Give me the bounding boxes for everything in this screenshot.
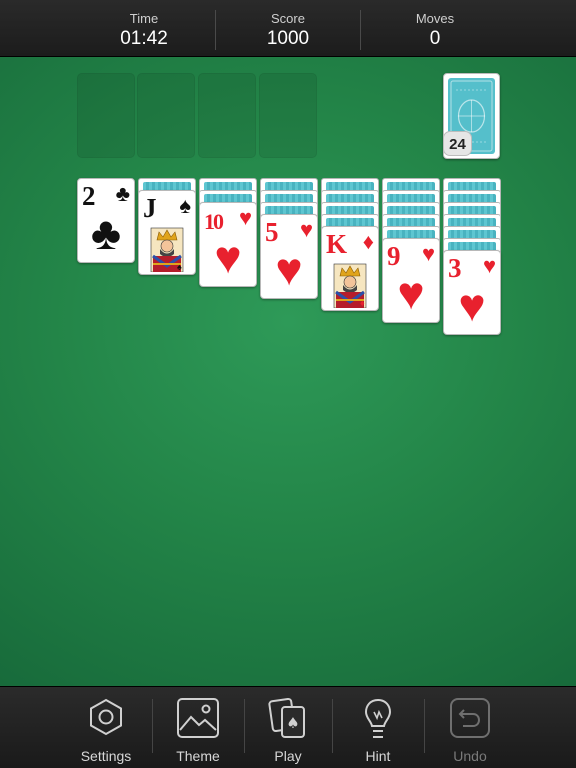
- score-label: Score: [271, 11, 305, 26]
- score-stat: Score 1000: [216, 0, 360, 57]
- undo-label: Undo: [453, 748, 487, 764]
- undo-button[interactable]: Undo: [430, 687, 510, 768]
- svg-text:♦: ♦: [360, 298, 365, 308]
- bottom-toolbar: Settings Theme ♠ Play Hint Undo: [0, 686, 576, 768]
- toolbar-divider: [332, 699, 333, 753]
- hexagon-settings-icon: [86, 697, 126, 742]
- moves-stat: Moves 0: [363, 0, 507, 57]
- stock-count-badge: 24: [443, 131, 472, 156]
- card-suit-icon: ♥: [238, 205, 252, 230]
- card-center-suit-icon: ♥: [214, 231, 242, 283]
- card-suit-icon: ♠: [179, 193, 191, 218]
- cards-play-icon: ♠: [268, 697, 308, 746]
- card-rank: J: [143, 193, 157, 223]
- toolbar-divider: [424, 699, 425, 753]
- tableau-card-4[interactable]: 5 ♥ ♥: [260, 214, 318, 299]
- score-value: 1000: [266, 28, 310, 49]
- time-label: Time: [129, 11, 159, 26]
- moves-label: Moves: [415, 11, 455, 26]
- stats-bar: Time 01:42 Score 1000 Moves 0: [0, 0, 576, 57]
- picture-theme-icon: [176, 697, 220, 744]
- play-label: Play: [274, 748, 302, 764]
- card-suit-icon: ♣: [115, 181, 130, 206]
- time-value: 01:42: [120, 28, 168, 49]
- card-center-suit-icon: ♥: [397, 267, 425, 319]
- tableau-card-2[interactable]: J ♠ ♠: [138, 190, 196, 275]
- time-stat: Time 01:42: [72, 0, 216, 57]
- hint-label: Hint: [365, 748, 391, 764]
- card-suit-icon: ♦: [362, 229, 374, 254]
- tableau-card-5[interactable]: K ♦ ♦: [321, 226, 379, 311]
- foundation-slot-3[interactable]: [198, 73, 256, 158]
- toolbar-divider: [152, 699, 153, 753]
- lightbulb-hint-icon: [362, 697, 394, 746]
- card-center-suit-icon: ♥: [458, 279, 486, 331]
- card-center-suit-icon: ♣: [90, 207, 122, 259]
- face-card-portrait: ♦: [330, 262, 370, 309]
- svg-text:♠: ♠: [286, 714, 299, 732]
- toolbar-divider: [244, 699, 245, 753]
- card-suit-icon: ♥: [299, 217, 313, 242]
- card-center-suit-icon: ♥: [275, 243, 303, 295]
- tableau-card-7[interactable]: 3 ♥ ♥: [443, 250, 501, 335]
- play-button[interactable]: ♠ Play: [248, 687, 328, 768]
- moves-value: 0: [429, 28, 441, 49]
- card-suit-icon: ♥: [421, 241, 435, 266]
- svg-text:♠: ♠: [177, 262, 182, 272]
- card-rank: K: [326, 229, 348, 259]
- card-suit-icon: ♥: [482, 253, 496, 278]
- settings-button[interactable]: Settings: [66, 687, 146, 768]
- foundation-slot-1[interactable]: [77, 73, 135, 158]
- stats-divider: [360, 10, 361, 50]
- tableau-card-6[interactable]: 9 ♥ ♥: [382, 238, 440, 323]
- tableau-card-3[interactable]: 10 ♥ ♥: [199, 202, 257, 287]
- settings-label: Settings: [80, 748, 132, 764]
- foundation-slot-4[interactable]: [259, 73, 317, 158]
- tableau-card-1[interactable]: 2 ♣ ♣: [77, 178, 135, 263]
- hint-button[interactable]: Hint: [338, 687, 418, 768]
- face-card-portrait: ♠: [147, 226, 187, 273]
- theme-button[interactable]: Theme: [158, 687, 238, 768]
- theme-label: Theme: [176, 748, 220, 764]
- foundation-slot-2[interactable]: [137, 73, 195, 158]
- undo-arrow-icon: [449, 697, 491, 744]
